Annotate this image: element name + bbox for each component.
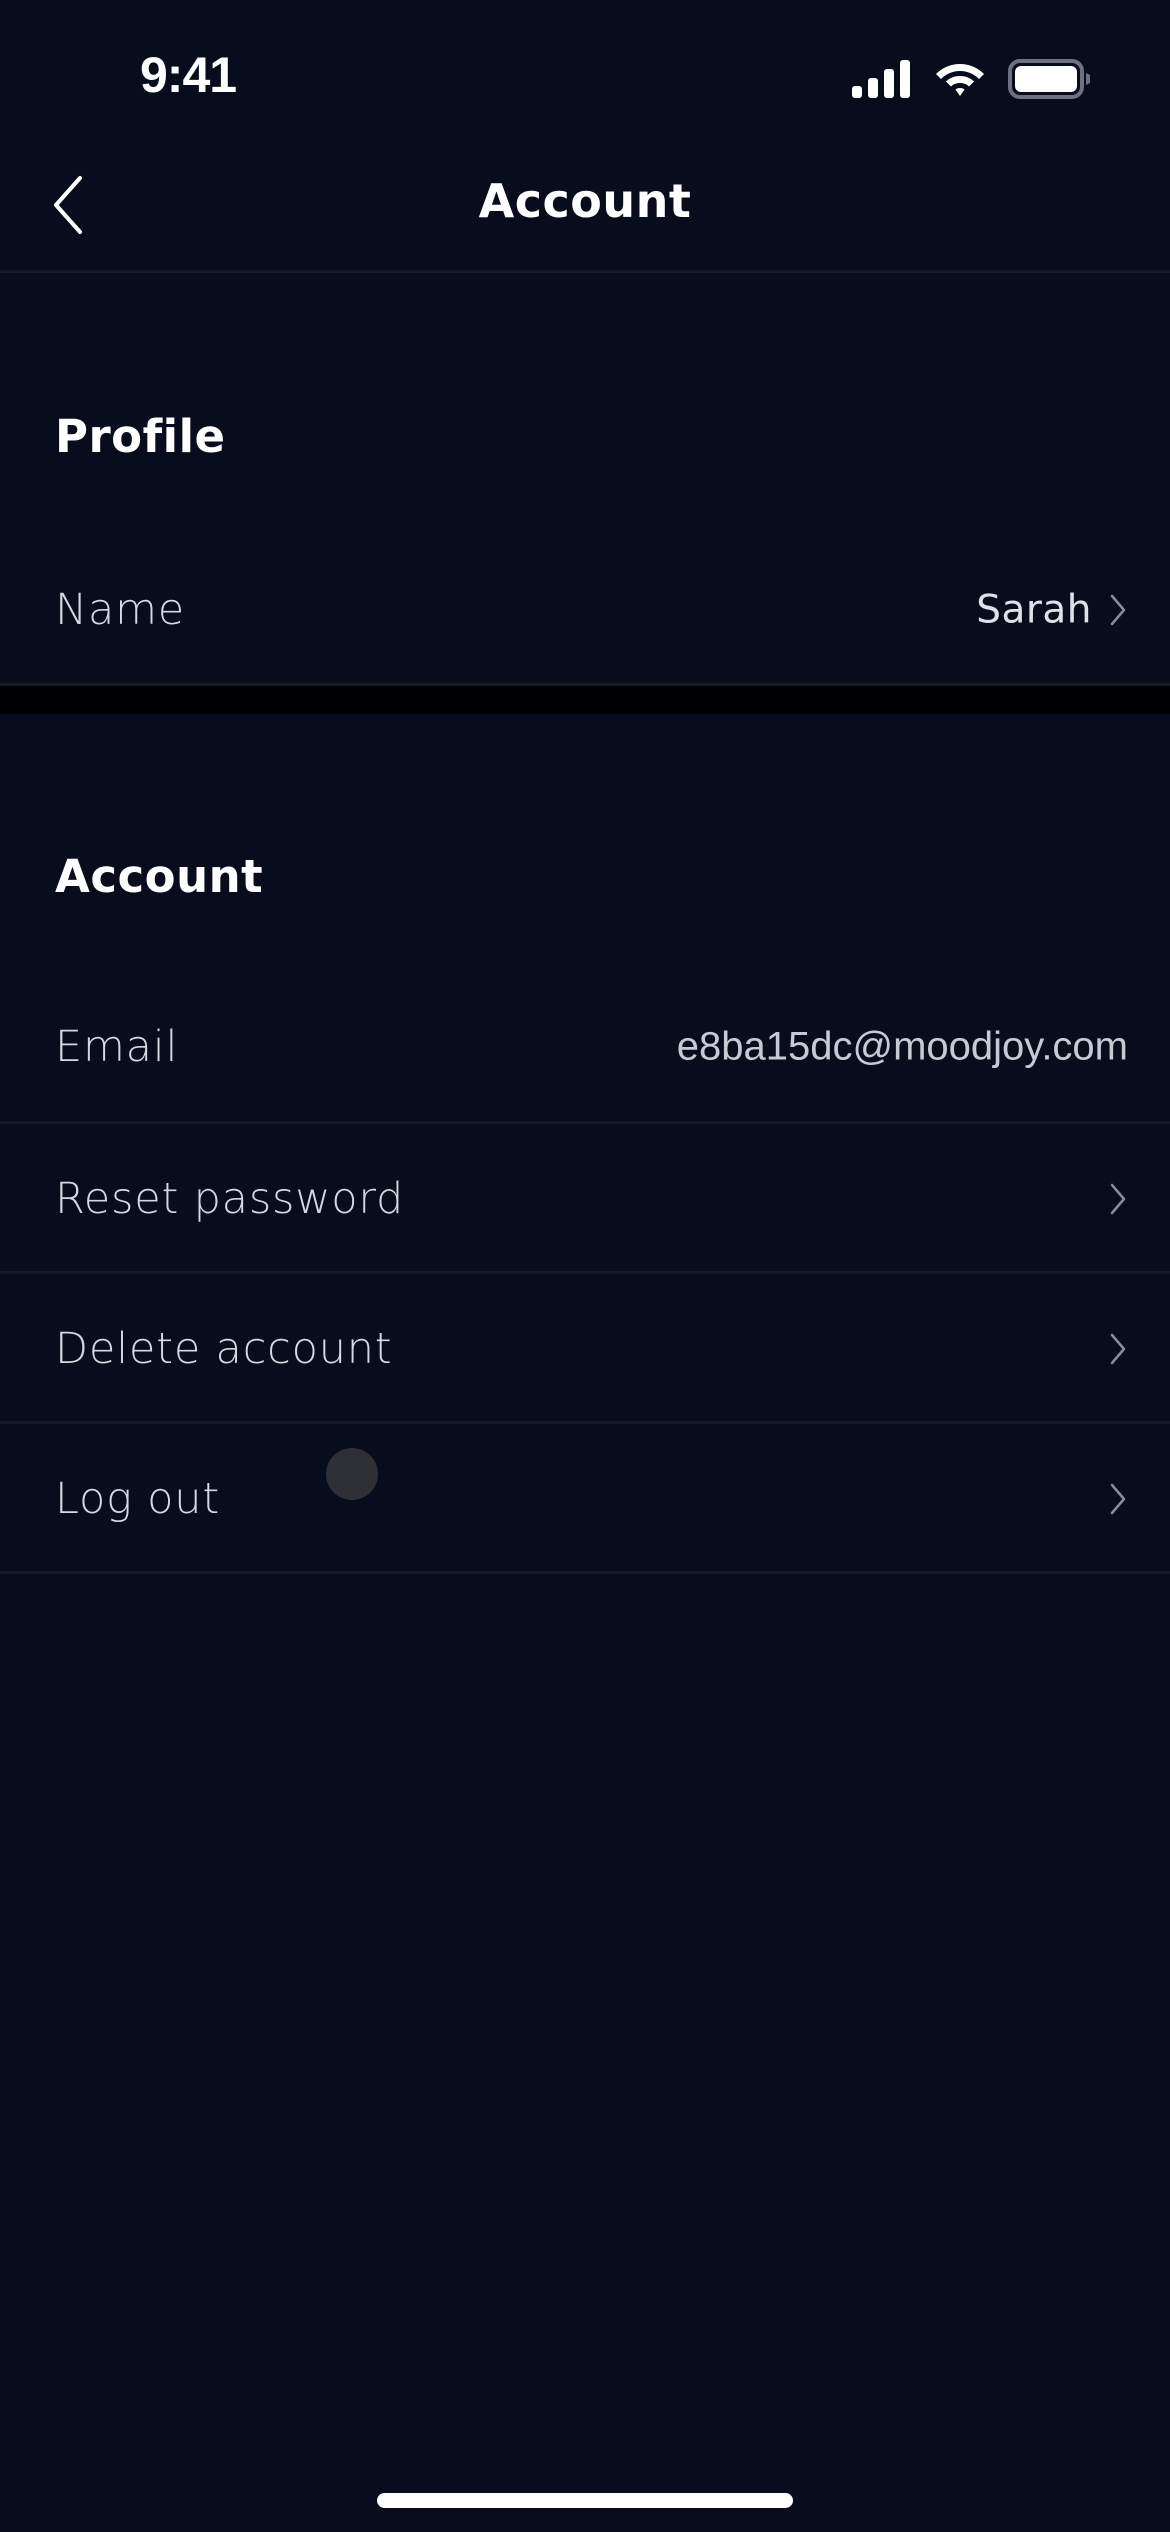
- row-label: Email: [55, 1022, 179, 1072]
- page-title: Account: [478, 174, 692, 228]
- status-bar: 9:41: [0, 0, 1170, 150]
- touch-indicator: [326, 1448, 378, 1500]
- row-log-out[interactable]: Log out: [0, 1424, 1170, 1574]
- row-email: Email e8ba15dc@moodjoy.com: [0, 972, 1170, 1122]
- row-delete-account[interactable]: Delete account: [0, 1274, 1170, 1424]
- status-icons: [852, 58, 1092, 100]
- section-title-account: Account: [55, 850, 264, 903]
- row-label: Delete account: [55, 1324, 393, 1374]
- row-label: Name: [55, 585, 186, 635]
- header-divider: [0, 270, 1170, 273]
- row-reset-password[interactable]: Reset password: [0, 1124, 1170, 1274]
- section-separator: [0, 683, 1170, 714]
- row-name[interactable]: Name Sarah: [0, 535, 1170, 685]
- wifi-icon: [936, 64, 984, 96]
- row-label: Reset password: [55, 1174, 405, 1224]
- home-indicator[interactable]: [377, 2493, 793, 2508]
- section-title-profile: Profile: [55, 410, 226, 463]
- status-time: 9:41: [140, 47, 237, 103]
- chevron-right-icon: [1110, 1333, 1126, 1365]
- email-value: e8ba15dc@moodjoy.com: [676, 1024, 1128, 1069]
- signal-icon: [852, 60, 910, 98]
- row-divider: [0, 1571, 1170, 1574]
- nav-header: Account: [0, 150, 1170, 270]
- row-label: Log out: [55, 1474, 221, 1524]
- row-value: Sarah: [976, 587, 1092, 633]
- battery-icon: [1008, 59, 1090, 99]
- chevron-right-icon: [1110, 594, 1126, 626]
- chevron-right-icon: [1110, 1483, 1126, 1515]
- chevron-right-icon: [1110, 1183, 1126, 1215]
